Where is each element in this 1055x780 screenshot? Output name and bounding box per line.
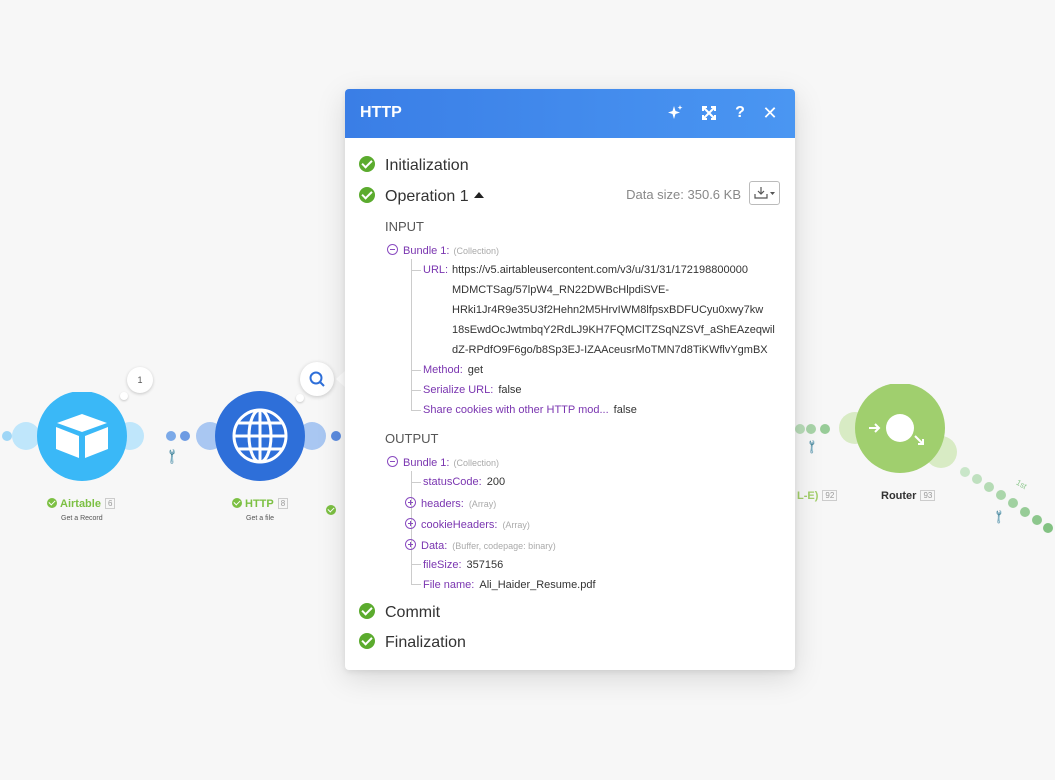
- connection-dot: [806, 424, 816, 434]
- module-id: 93: [920, 490, 936, 501]
- success-icon: [232, 498, 242, 508]
- http-subtitle: Get a file: [246, 515, 275, 522]
- url-line: HRki1Jr4R9e35U3f2Hehn2M5HrvIWM8lfpsxBDFU…: [452, 304, 764, 316]
- connection-dot: [331, 431, 341, 441]
- connection-dot: [1020, 507, 1030, 517]
- search-icon: [309, 371, 325, 387]
- panel-title: HTTP: [360, 104, 402, 121]
- tree-line: [411, 259, 412, 411]
- http-label: HTTP 8: [232, 498, 289, 510]
- http-inspector-panel: HTTP ? ✕ Initialization Operation 1 Data…: [345, 89, 795, 670]
- inspect-bubble[interactable]: [300, 362, 334, 396]
- method-field: Method: get: [423, 364, 484, 376]
- airtable-label: Airtable 6: [47, 498, 116, 510]
- success-icon: [326, 501, 339, 519]
- airtable-subtitle: Get a Record: [61, 515, 103, 522]
- expand-icon[interactable]: [699, 103, 719, 123]
- url-field-key: URL:: [423, 264, 449, 276]
- module-id: 6: [104, 498, 116, 509]
- success-icon: [359, 156, 375, 172]
- url-line: https://v5.airtableusercontent.com/v3/u/…: [452, 264, 748, 276]
- panel-header: HTTP ? ✕: [345, 89, 795, 138]
- help-icon[interactable]: ?: [730, 103, 750, 123]
- connection-dot: [972, 474, 982, 484]
- success-icon: [47, 498, 57, 508]
- stage-commit[interactable]: Commit: [359, 603, 440, 622]
- wrench-icon[interactable]: 🔧: [803, 439, 820, 456]
- wrench-icon[interactable]: 🔧: [162, 447, 181, 466]
- share-cookies-field: Share cookies with other HTTP mod... fals…: [423, 404, 637, 416]
- connection-dot: [2, 431, 12, 441]
- connection-dot: [180, 431, 190, 441]
- connection-dot: [820, 424, 830, 434]
- http-module[interactable]: [196, 390, 326, 482]
- collapse-toggle-icon[interactable]: [387, 244, 398, 255]
- stage-operation[interactable]: Operation 1: [359, 187, 484, 206]
- cookie-headers-field[interactable]: cookieHeaders: (Array): [405, 518, 530, 531]
- connection-dot: [1043, 523, 1053, 533]
- success-icon: [359, 633, 375, 649]
- connection-dot: [1032, 515, 1042, 525]
- router-module[interactable]: [835, 384, 960, 476]
- bubble-tail: [120, 392, 128, 400]
- route-label[interactable]: 1st: [1014, 478, 1028, 491]
- connection-dot: [984, 482, 994, 492]
- operations-count-badge[interactable]: 1: [127, 367, 153, 393]
- status-code-field: statusCode: 200: [423, 476, 506, 488]
- url-line: dZ-RPdfO9F6go/b8Sp3EJ-IZAAceusrMoTMN7d8T…: [452, 344, 768, 356]
- url-line: 18sEwdOcJwtmbqY2RdLJ9KH7FQMClTZSqNZSVf_a…: [452, 324, 775, 336]
- download-button[interactable]: [749, 181, 780, 205]
- input-title: INPUT: [385, 219, 424, 234]
- headers-field[interactable]: headers: (Array): [405, 497, 496, 510]
- globe-icon: [232, 408, 288, 464]
- connection-dot: [996, 490, 1006, 500]
- bubble-tail: [296, 394, 304, 402]
- expand-toggle-icon[interactable]: [405, 497, 416, 508]
- stage-initialization[interactable]: Initialization: [359, 156, 469, 175]
- router-label: Router 93: [881, 490, 936, 502]
- ai-sparkle-icon[interactable]: [665, 103, 685, 123]
- output-bundle[interactable]: Bundle 1: (Collection): [387, 456, 499, 469]
- connection-dot: [960, 467, 970, 477]
- expand-toggle-icon[interactable]: [405, 518, 416, 529]
- close-icon[interactable]: ✕: [760, 103, 780, 123]
- module-id: 92: [822, 490, 838, 501]
- airtable-module[interactable]: [12, 392, 152, 482]
- input-bundle[interactable]: Bundle 1: (Collection): [387, 244, 499, 257]
- file-size-field: fileSize: 357156: [423, 559, 504, 571]
- stage-finalization[interactable]: Finalization: [359, 633, 466, 652]
- url-line: MDMCTSag/57lpW4_RN22DWBcHlpdiSVE-: [452, 284, 670, 296]
- connection-dot: [795, 424, 805, 434]
- connection-dot: [1008, 498, 1018, 508]
- serialize-url-field: Serialize URL: false: [423, 384, 522, 396]
- download-icon: [754, 187, 775, 199]
- file-name-field: File name: Ali_Haider_Resume.pdf: [423, 579, 596, 591]
- expand-toggle-icon[interactable]: [405, 539, 416, 550]
- output-title: OUTPUT: [385, 431, 439, 446]
- connection-dot: [166, 431, 176, 441]
- data-field[interactable]: Data: (Buffer, codepage: binary): [405, 539, 556, 552]
- success-icon: [359, 187, 375, 203]
- module-id: 8: [277, 498, 289, 509]
- hidden-module-label: L-E) 92: [797, 490, 838, 502]
- collapse-toggle-icon[interactable]: [387, 456, 398, 467]
- collapse-caret-icon[interactable]: [473, 192, 484, 198]
- success-icon: [359, 603, 375, 619]
- wrench-icon[interactable]: 🔧: [990, 509, 1007, 526]
- scenario-canvas[interactable]: 1 Airtable 6 Get a Record 🔧 HTTP 8 Get a f…: [0, 0, 1055, 780]
- data-size: Data size: 350.6 KB: [626, 187, 741, 202]
